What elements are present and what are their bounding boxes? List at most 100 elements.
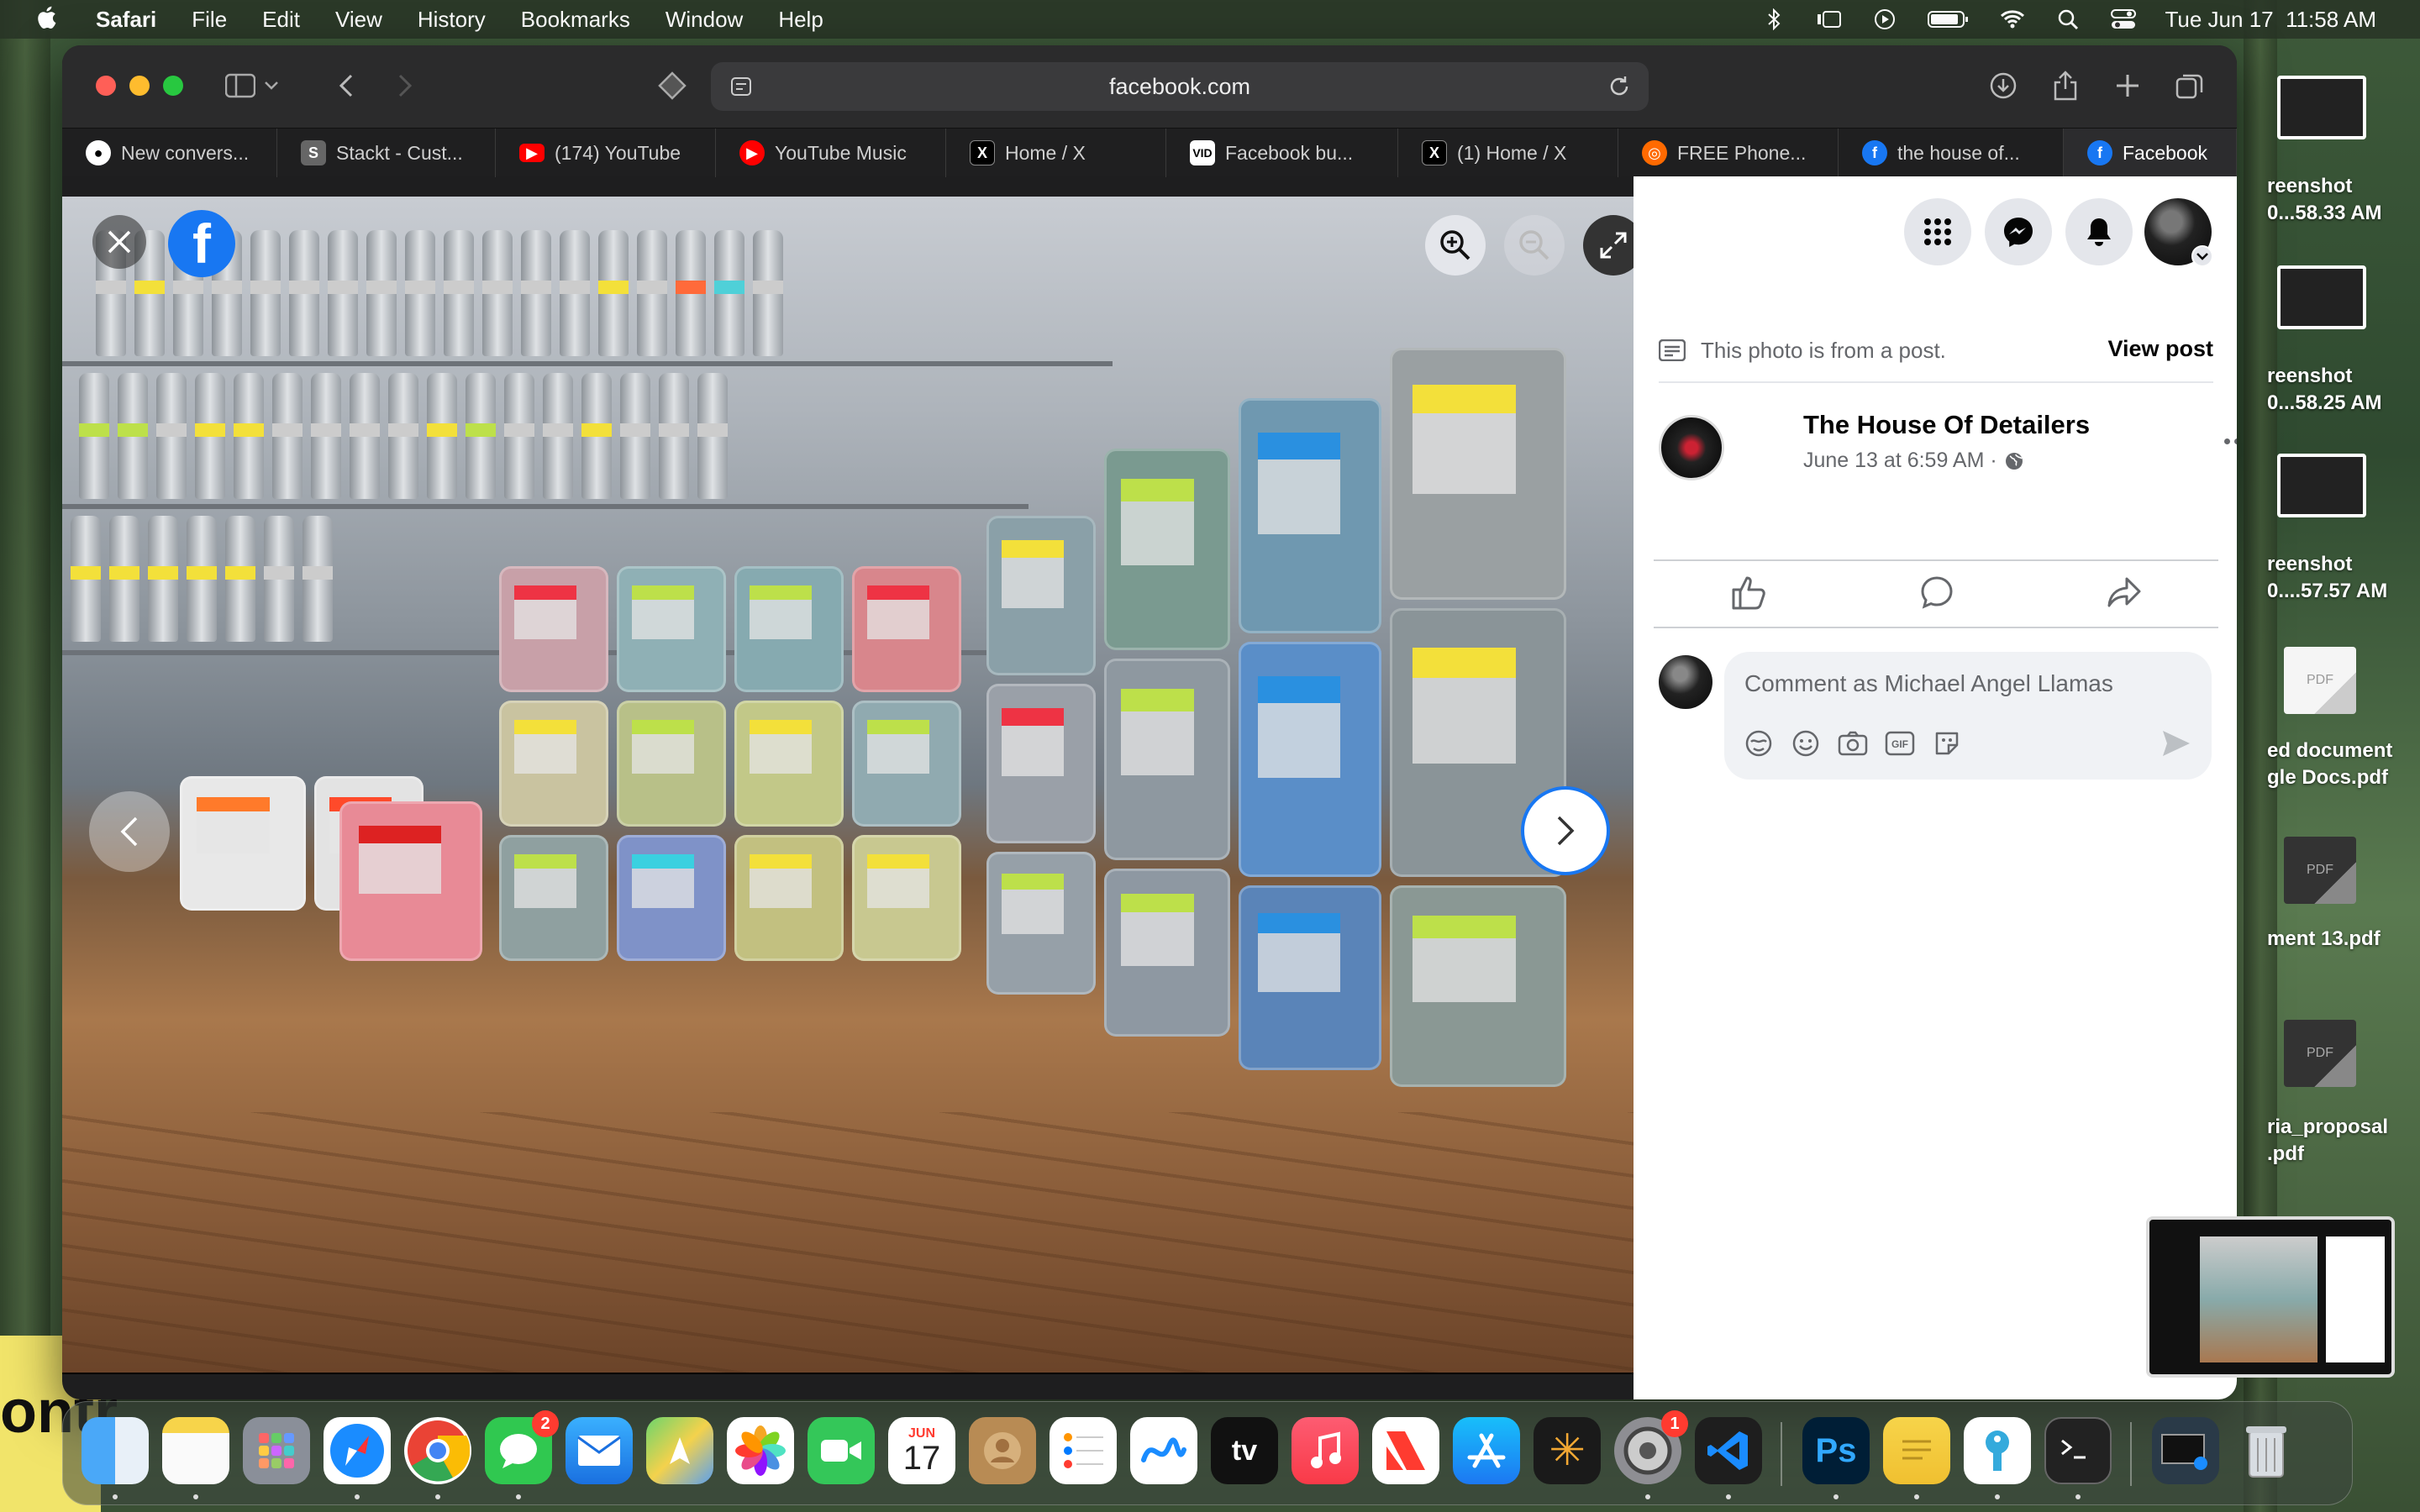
desktop-file-label[interactable]: reenshot 0...58.25 AM: [2267, 363, 2418, 417]
stage-manager-icon[interactable]: [1816, 8, 1843, 31]
tab-github[interactable]: ● New convers...: [62, 129, 277, 177]
finder-icon[interactable]: [82, 1417, 149, 1484]
menu-view[interactable]: View: [335, 7, 382, 33]
chrome-icon[interactable]: [404, 1417, 471, 1484]
minimize-window-button[interactable]: [129, 76, 150, 96]
battery-icon[interactable]: [1927, 8, 1970, 31]
reminders-icon[interactable]: [1050, 1417, 1117, 1484]
share-icon[interactable]: [2049, 71, 2082, 101]
stickies-icon[interactable]: [1883, 1417, 1950, 1484]
comment-input[interactable]: Comment as Michael Angel Llamas GIF: [1724, 652, 2212, 780]
tab-overview-icon[interactable]: [2173, 71, 2207, 101]
app-store-icon[interactable]: [1453, 1417, 1520, 1484]
send-icon[interactable]: [2161, 729, 2191, 758]
forward-button[interactable]: [388, 71, 422, 101]
tab-facebook-business[interactable]: VID Facebook bu...: [1166, 129, 1398, 177]
mail-icon[interactable]: [566, 1417, 633, 1484]
tab-stackt[interactable]: S Stackt - Cust...: [277, 129, 496, 177]
desktop-file-label[interactable]: reenshot 0....57.57 AM: [2267, 551, 2418, 606]
zoom-in-button[interactable]: [1425, 215, 1486, 276]
wifi-icon[interactable]: [1999, 8, 2026, 31]
chevron-down-icon[interactable]: [260, 71, 282, 101]
close-photo-button[interactable]: [92, 215, 146, 269]
view-post-link[interactable]: View post: [2107, 336, 2213, 362]
page-avatar[interactable]: [1659, 415, 1724, 480]
passwords-icon[interactable]: [1964, 1417, 2031, 1484]
notes-icon[interactable]: [162, 1417, 229, 1484]
desktop-file-label[interactable]: ria_proposal .pdf: [2267, 1114, 2418, 1168]
menu-history[interactable]: History: [418, 7, 486, 33]
close-window-button[interactable]: [96, 76, 116, 96]
address-bar[interactable]: facebook.com: [711, 62, 1649, 111]
like-button[interactable]: [1730, 575, 1767, 614]
terminal-icon[interactable]: [2044, 1417, 2112, 1484]
share-button[interactable]: [2107, 575, 2142, 613]
menu-safari[interactable]: Safari: [96, 7, 156, 33]
menu-file[interactable]: File: [192, 7, 227, 33]
safari-icon[interactable]: [324, 1417, 391, 1484]
tab-youtube[interactable]: ▶ (174) YouTube: [496, 129, 716, 177]
pdf-file-icon[interactable]: PDF: [2284, 647, 2356, 714]
back-button[interactable]: [329, 71, 363, 101]
comment-button[interactable]: [1919, 575, 1954, 614]
zoom-out-button[interactable]: [1504, 215, 1565, 276]
messages-icon[interactable]: 2: [485, 1410, 559, 1484]
screenshot-preview-thumbnail[interactable]: [2146, 1216, 2395, 1378]
sidebar-toggle-icon[interactable]: [224, 71, 257, 101]
facebook-logo-icon[interactable]: f: [168, 210, 235, 277]
pdf-file-icon[interactable]: PDF: [2284, 1020, 2356, 1087]
calendar-icon[interactable]: JUN 17: [888, 1417, 955, 1484]
tab-x-home[interactable]: X Home / X: [946, 129, 1166, 177]
photoshop-icon[interactable]: Ps: [1802, 1417, 1870, 1484]
facetime-icon[interactable]: [808, 1417, 875, 1484]
maps-icon[interactable]: [646, 1417, 713, 1484]
menu-bookmarks[interactable]: Bookmarks: [521, 7, 630, 33]
tab-youtube-music[interactable]: ▶ YouTube Music: [716, 129, 946, 177]
launchpad-icon[interactable]: [243, 1417, 310, 1484]
contacts-icon[interactable]: [969, 1417, 1036, 1484]
news-icon[interactable]: [1372, 1417, 1439, 1484]
music-icon[interactable]: [1292, 1417, 1359, 1484]
comment-placeholder[interactable]: Comment as Michael Angel Llamas: [1744, 670, 2113, 697]
vscode-icon[interactable]: [1695, 1417, 1762, 1484]
sticker-icon[interactable]: [1931, 727, 1963, 759]
recent-screenshot-icon[interactable]: [2152, 1417, 2219, 1484]
desktop-file-label[interactable]: ment 13.pdf: [2267, 926, 2418, 953]
spotlight-search-icon[interactable]: [2054, 8, 2081, 31]
new-tab-icon[interactable]: [2111, 71, 2144, 101]
chevron-down-icon[interactable]: [2191, 245, 2213, 267]
apple-tv-icon[interactable]: tv: [1211, 1417, 1278, 1484]
screenshot-thumbnail[interactable]: [2277, 454, 2366, 517]
page-menu-icon[interactable]: [729, 75, 753, 98]
camera-icon[interactable]: [1837, 727, 1869, 759]
screenshot-thumbnail[interactable]: [2277, 76, 2366, 139]
photos-icon[interactable]: [727, 1417, 794, 1484]
extension-icon[interactable]: [655, 71, 689, 101]
now-playing-icon[interactable]: [1871, 8, 1898, 31]
trash-icon[interactable]: [2233, 1417, 2300, 1484]
freeform-icon[interactable]: [1130, 1417, 1197, 1484]
pdf-file-icon[interactable]: PDF: [2284, 837, 2356, 904]
tab-house-of-detailers[interactable]: f the house of...: [1839, 129, 2064, 177]
zoom-window-button[interactable]: [163, 76, 183, 96]
menu-help[interactable]: Help: [778, 7, 823, 33]
reload-icon[interactable]: [1607, 74, 1632, 99]
bluetooth-icon[interactable]: [1760, 8, 1787, 31]
menu-window[interactable]: Window: [666, 7, 743, 33]
claude-icon[interactable]: ✳: [1534, 1417, 1601, 1484]
previous-photo-button[interactable]: [89, 791, 170, 872]
menu-edit[interactable]: Edit: [262, 7, 300, 33]
notifications-bell-icon[interactable]: [2065, 198, 2133, 265]
downloads-icon[interactable]: [1986, 71, 2020, 101]
page-name-link[interactable]: The House Of Detailers: [1803, 410, 2090, 440]
url-text[interactable]: facebook.com: [1109, 74, 1250, 100]
messenger-icon[interactable]: [1985, 198, 2052, 265]
next-photo-button[interactable]: [1521, 786, 1610, 875]
post-photo[interactable]: [62, 197, 1634, 1373]
apple-icon[interactable]: [34, 6, 59, 33]
gif-icon[interactable]: GIF: [1884, 727, 1916, 759]
commenter-avatar[interactable]: [1659, 655, 1712, 709]
desktop-file-label[interactable]: ed document gle Docs.pdf: [2267, 738, 2418, 792]
menu-bar-clock[interactable]: Tue Jun 17 11:58 AM: [2165, 7, 2377, 33]
emoji-icon[interactable]: [1790, 727, 1822, 759]
